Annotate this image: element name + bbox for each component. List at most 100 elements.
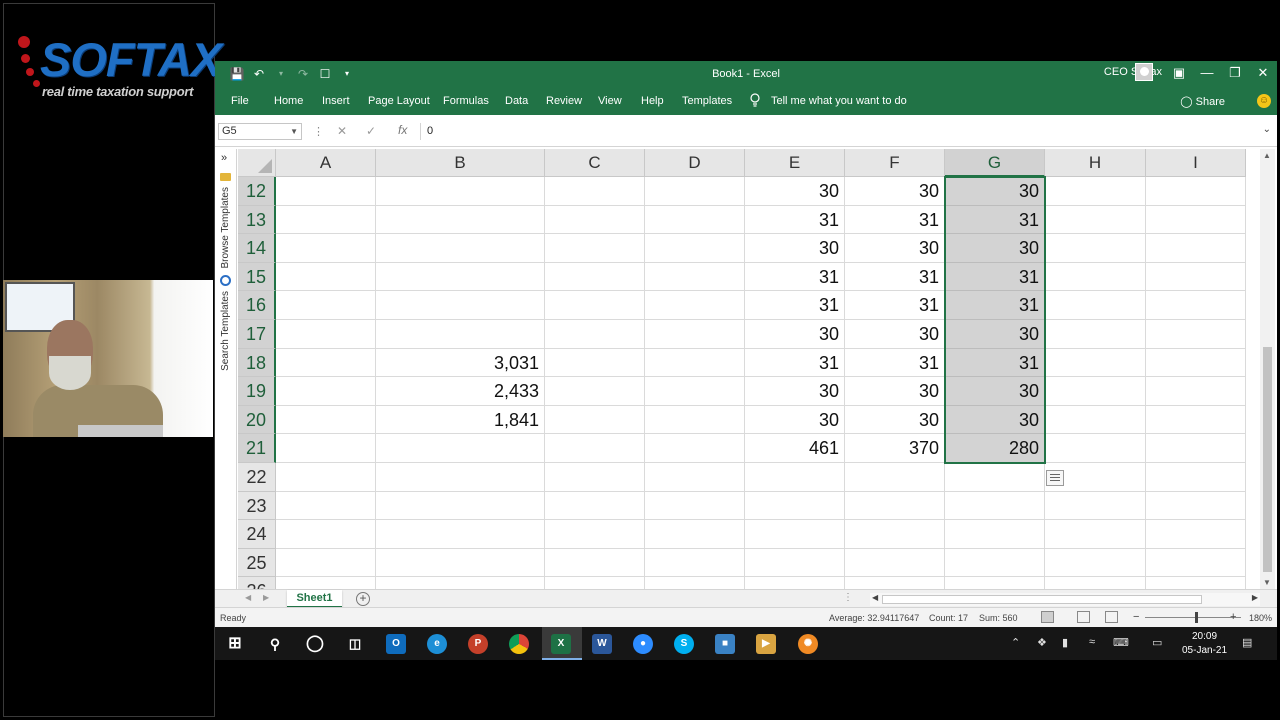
cell-i26[interactable] xyxy=(1146,577,1246,589)
row-header[interactable]: 26 xyxy=(238,577,276,589)
cell-d25[interactable] xyxy=(645,548,745,578)
cell-b14[interactable] xyxy=(376,234,545,263)
cell-b17[interactable] xyxy=(376,320,545,349)
scroll-left-icon[interactable]: ◀ xyxy=(872,593,878,602)
cell-i13[interactable] xyxy=(1146,205,1246,235)
tab-templates[interactable]: Templates xyxy=(682,95,732,107)
horizontal-scrollbar[interactable]: ◀ ▶ xyxy=(870,593,1260,606)
cell-a22[interactable] xyxy=(276,463,376,492)
cell-d15[interactable] xyxy=(645,262,745,292)
cell-a15[interactable] xyxy=(276,262,376,292)
cell-h24[interactable] xyxy=(1045,520,1146,549)
cell-i19[interactable] xyxy=(1146,377,1246,406)
cell-f14[interactable]: 30 xyxy=(845,234,945,263)
row-header[interactable]: 20 xyxy=(238,405,276,435)
cell-f12[interactable]: 30 xyxy=(845,177,945,206)
cell-d19[interactable] xyxy=(645,377,745,406)
clock[interactable]: 20:09 05-Jan-21 xyxy=(1182,630,1227,658)
cell-h23[interactable] xyxy=(1045,491,1146,521)
add-sheet-icon[interactable]: + xyxy=(356,592,370,606)
share-button[interactable]: ◯ Share xyxy=(1180,95,1225,108)
cell-c21[interactable] xyxy=(545,434,645,463)
row-header[interactable]: 14 xyxy=(238,234,276,263)
cell-e13[interactable]: 31 xyxy=(745,205,845,235)
outlook-icon[interactable]: O xyxy=(386,634,406,654)
cell-d18[interactable] xyxy=(645,348,745,378)
column-header-f[interactable]: F xyxy=(845,149,945,177)
cell-b13[interactable] xyxy=(376,205,545,235)
cell-d16[interactable] xyxy=(645,291,745,320)
cell-c14[interactable] xyxy=(545,234,645,263)
cell-d17[interactable] xyxy=(645,320,745,349)
cell-h19[interactable] xyxy=(1045,377,1146,406)
cell-c15[interactable] xyxy=(545,262,645,292)
cell-a21[interactable] xyxy=(276,434,376,463)
cell-a16[interactable] xyxy=(276,291,376,320)
cell-e26[interactable] xyxy=(745,577,845,589)
cell-b15[interactable] xyxy=(376,262,545,292)
quick-analysis-icon[interactable] xyxy=(1046,470,1064,486)
cell-d14[interactable] xyxy=(645,234,745,263)
column-header-b[interactable]: B xyxy=(376,149,545,177)
cell-a13[interactable] xyxy=(276,205,376,235)
cell-b18[interactable]: 3,031 xyxy=(376,348,545,378)
notification-icon[interactable]: ▤ xyxy=(1242,636,1252,649)
tab-review[interactable]: Review xyxy=(546,95,582,107)
formula-bar-grip-icon[interactable]: ⋮ xyxy=(313,125,324,138)
row-header[interactable]: 15 xyxy=(238,262,276,292)
cell-a24[interactable] xyxy=(276,520,376,549)
cell-e17[interactable]: 30 xyxy=(745,320,845,349)
softax-app-icon[interactable]: ✺ xyxy=(798,634,818,654)
sum-value[interactable]: Sum: 560 xyxy=(979,613,1018,623)
cell-i20[interactable] xyxy=(1146,405,1246,435)
cell-h13[interactable] xyxy=(1045,205,1146,235)
cell-b12[interactable] xyxy=(376,177,545,206)
folder-icon[interactable] xyxy=(220,173,231,181)
expand-panel-icon[interactable]: » xyxy=(221,152,227,164)
cell-f22[interactable] xyxy=(845,463,945,492)
row-header[interactable]: 24 xyxy=(238,520,276,549)
column-header-g[interactable]: G xyxy=(945,149,1045,177)
cell-e12[interactable]: 30 xyxy=(745,177,845,206)
tab-file[interactable]: File xyxy=(231,95,249,107)
cell-g13[interactable]: 31 xyxy=(945,205,1045,235)
row-header[interactable]: 16 xyxy=(238,291,276,320)
user-name[interactable]: CEO Softax xyxy=(1104,66,1162,78)
skype-icon[interactable]: S xyxy=(674,634,694,654)
file-explorer-icon[interactable]: ■ xyxy=(715,634,735,654)
zoom-icon[interactable]: ● xyxy=(633,634,653,654)
edge-icon[interactable]: e xyxy=(427,634,447,654)
cell-c17[interactable] xyxy=(545,320,645,349)
tab-home[interactable]: Home xyxy=(274,95,303,107)
row-header[interactable]: 21 xyxy=(238,434,276,463)
battery-icon[interactable]: ▮ xyxy=(1062,636,1068,649)
row-header[interactable]: 18 xyxy=(238,348,276,378)
cell-b24[interactable] xyxy=(376,520,545,549)
windows-start-icon[interactable]: ⊞ xyxy=(225,634,245,654)
dropbox-icon[interactable]: ❖ xyxy=(1037,636,1047,649)
cell-g14[interactable]: 30 xyxy=(945,234,1045,263)
normal-view-icon[interactable] xyxy=(1041,611,1054,623)
cell-h15[interactable] xyxy=(1045,262,1146,292)
cell-f20[interactable]: 30 xyxy=(845,405,945,435)
row-header[interactable]: 12 xyxy=(238,177,276,206)
minimize-icon[interactable]: — xyxy=(1197,64,1217,82)
cell-g17[interactable]: 30 xyxy=(945,320,1045,349)
cell-a25[interactable] xyxy=(276,548,376,578)
average-value[interactable]: Average: 32.94117647 xyxy=(829,613,919,623)
cell-g25[interactable] xyxy=(945,548,1045,578)
cell-i22[interactable] xyxy=(1146,463,1246,492)
row-header[interactable]: 22 xyxy=(238,463,276,492)
task-view-icon[interactable]: ◫ xyxy=(345,634,365,654)
cell-c23[interactable] xyxy=(545,491,645,521)
word-icon[interactable]: W xyxy=(592,634,612,654)
search-icon[interactable] xyxy=(220,275,231,286)
cell-f26[interactable] xyxy=(845,577,945,589)
cell-i24[interactable] xyxy=(1146,520,1246,549)
enter-icon[interactable]: ✓ xyxy=(366,124,376,138)
tab-view[interactable]: View xyxy=(598,95,622,107)
cell-b25[interactable] xyxy=(376,548,545,578)
cell-c24[interactable] xyxy=(545,520,645,549)
cancel-icon[interactable]: ✕ xyxy=(337,124,347,138)
next-sheet-icon[interactable]: ▶ xyxy=(263,593,269,602)
